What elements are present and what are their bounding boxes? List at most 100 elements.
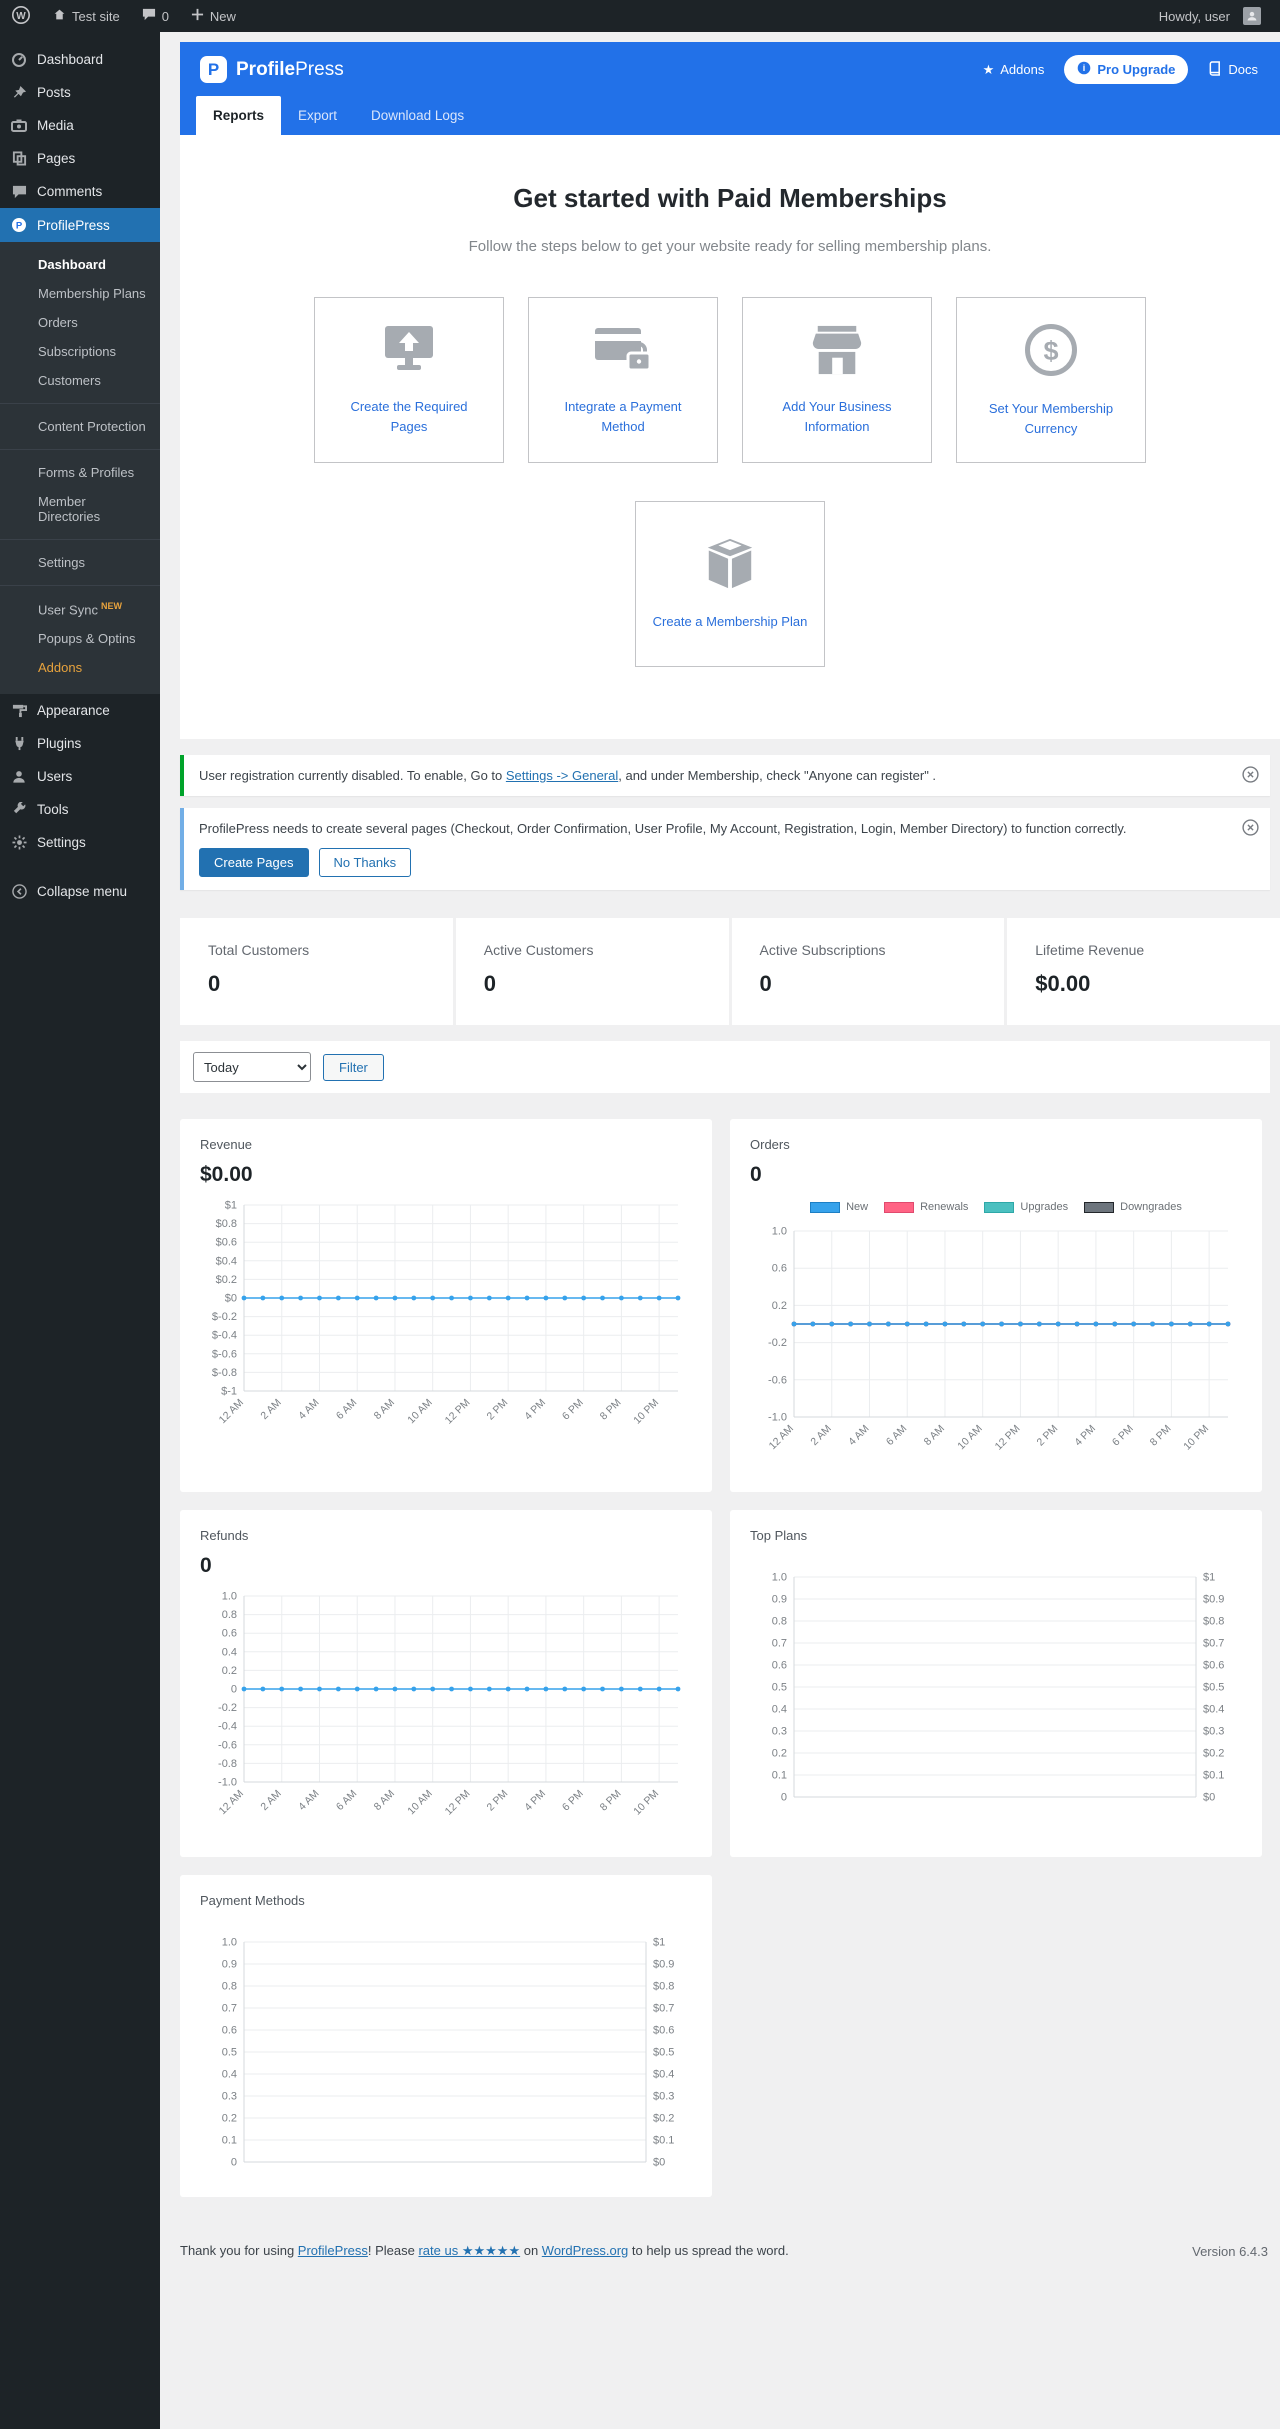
step-card-label: Create a Membership Plan [652,613,808,629]
profilepress-submenu: Dashboard Membership Plans Orders Subscr… [0,242,160,695]
svg-text:6 PM: 6 PM [1110,1423,1136,1449]
submenu-item-forms-profiles[interactable]: Forms & Profiles [0,458,160,487]
sidebar-item-label: Collapse menu [37,884,128,900]
chart-title: Refunds [200,1528,249,1543]
dashboard-icon [10,51,28,67]
svg-text:0.2: 0.2 [772,1300,787,1312]
footer-text: Thank you for using [180,2243,298,2258]
submenu-item-dashboard[interactable]: Dashboard [0,250,160,279]
sidebar-item-media[interactable]: Media [0,109,160,142]
submenu-item-orders[interactable]: Orders [0,308,160,337]
profilepress-brand[interactable]: P ProfilePress [200,56,344,83]
step-card-membership-plan[interactable]: Create a Membership Plan [635,501,825,667]
wp-logo-button[interactable]: W [0,0,42,32]
svg-text:$-0.4: $-0.4 [212,1330,237,1342]
step-card-currency[interactable]: $ Set Your Membership Currency [956,297,1146,463]
site-name-menu[interactable]: Test site [42,0,131,32]
site-name-label: Test site [72,8,120,24]
comments-icon [10,185,28,199]
legend-item-downgrades[interactable]: Downgrades [1084,1201,1182,1213]
new-content-menu[interactable]: New [180,0,247,32]
step-cards-row: Create the Required Pages Integrate a Pa… [200,297,1260,463]
svg-text:0: 0 [231,1684,237,1696]
svg-text:$0.2: $0.2 [216,1274,237,1286]
settings-general-link[interactable]: Settings -> General [506,768,618,783]
info-icon: i [1077,61,1091,78]
svg-text:1.0: 1.0 [772,1572,787,1584]
svg-text:$0.6: $0.6 [216,1237,237,1249]
stat-lifetime-revenue: Lifetime Revenue $0.00 [1007,918,1280,1025]
create-pages-button[interactable]: Create Pages [199,848,309,877]
svg-text:8 AM: 8 AM [372,1788,397,1813]
wp-admin-bar: W Test site 0 New Howdy, user [0,0,1280,32]
sidebar-item-posts[interactable]: Posts [0,76,160,109]
sidebar-item-dashboard[interactable]: Dashboard [0,42,160,76]
svg-text:0.4: 0.4 [772,1704,787,1716]
profilepress-link[interactable]: ProfilePress [298,2243,368,2258]
svg-text:6 PM: 6 PM [560,1397,586,1423]
revenue-chart-card: Revenue $0.00 $1 $0.8 $0.6 $0.4 $0.2 $0 $-0.2 $… [180,1119,712,1492]
dismiss-notice-button[interactable] [1240,764,1261,785]
chart-value: 0 [200,1554,212,1577]
submenu-item-label: User Sync [38,602,98,618]
submenu-item-settings[interactable]: Settings [0,548,160,577]
svg-text:2 PM: 2 PM [484,1397,510,1423]
docs-link[interactable]: Docs [1208,60,1258,79]
svg-text:12 AM: 12 AM [217,1397,247,1427]
sidebar-item-appearance[interactable]: Appearance [0,694,160,727]
comments-menu[interactable]: 0 [131,0,180,32]
tab-export[interactable]: Export [281,96,354,135]
sidebar-item-settings[interactable]: Settings [0,826,160,859]
filter-button[interactable]: Filter [323,1053,384,1081]
step-card-payment-method[interactable]: Integrate a Payment Method [528,297,718,463]
my-account-menu[interactable]: Howdy, user [1148,7,1272,25]
date-range-select[interactable]: Today [193,1052,311,1082]
svg-text:$0.6: $0.6 [653,2025,674,2037]
tab-reports[interactable]: Reports [196,96,282,135]
sidebar-item-plugins[interactable]: Plugins [0,727,160,760]
tab-download-logs[interactable]: Download Logs [354,96,481,135]
orders-chart: 1.0 0.6 0.2 -0.2 -0.6 -1.0 12 AM 2 AM 4 AM 6 AM 8 … [750,1223,1242,1478]
sidebar-item-collapse-menu[interactable]: Collapse menu [0,875,160,908]
pro-upgrade-button[interactable]: i Pro Upgrade [1064,55,1189,84]
sidebar-item-profilepress[interactable]: P ProfilePress [0,208,160,242]
legend-item-renewals[interactable]: Renewals [884,1201,968,1213]
dismiss-notice-button[interactable] [1240,817,1261,838]
sidebar-item-label: Tools [37,802,69,818]
svg-text:$0: $0 [225,1293,237,1305]
step-card-label: Create the Required Pages [350,399,468,434]
svg-text:0.6: 0.6 [222,2025,237,2037]
step-card-business-info[interactable]: Add Your Business Information [742,297,932,463]
legend-item-upgrades[interactable]: Upgrades [984,1201,1068,1213]
submenu-item-subscriptions[interactable]: Subscriptions [0,337,160,366]
sidebar-item-users[interactable]: Users [0,760,160,793]
no-thanks-button[interactable]: No Thanks [318,848,412,877]
sidebar-item-comments[interactable]: Comments [0,175,160,208]
svg-text:-0.8: -0.8 [218,1758,237,1770]
plus-icon [191,8,204,24]
step-card-create-pages[interactable]: Create the Required Pages [314,297,504,463]
main-content: P ProfilePress ★ Addons i Pro Upgrade Do… [160,0,1280,2285]
svg-text:$0: $0 [1203,1792,1215,1804]
submenu-item-addons[interactable]: Addons [0,653,160,682]
submenu-item-user-sync[interactable]: User Sync NEW [0,594,160,624]
sidebar-item-pages[interactable]: Pages [0,142,160,175]
svg-text:$0.4: $0.4 [653,2069,674,2081]
rate-us-link[interactable]: rate us ★★★★★ [418,2243,520,2258]
wordpress-org-link[interactable]: WordPress.org [542,2243,628,2258]
payment-methods-chart-card: Payment Methods 1.0 0.9 0.8 0.7 0.6 0.5 0.4 0.3… [180,1875,712,2197]
legend-label: Renewals [920,1201,969,1213]
addons-link[interactable]: ★ Addons [983,62,1045,78]
svg-text:1.0: 1.0 [222,1591,237,1603]
top-plans-chart-card: Top Plans 1.0 0.9 0.8 0.7 0.6 0.5 0.4 0.3 0.2 0.1… [730,1510,1262,1857]
submenu-item-content-protection[interactable]: Content Protection [0,412,160,441]
submenu-item-popups-optins[interactable]: Popups & Optins [0,624,160,653]
legend-item-new[interactable]: New [810,1201,868,1213]
submenu-item-customers[interactable]: Customers [0,366,160,395]
pages-icon [10,151,28,166]
sidebar-item-tools[interactable]: Tools [0,793,160,826]
submenu-item-membership-plans[interactable]: Membership Plans [0,279,160,308]
svg-text:0.9: 0.9 [222,1959,237,1971]
submenu-item-member-directories[interactable]: Member Directories [0,487,160,531]
svg-text:0.3: 0.3 [222,2091,237,2103]
